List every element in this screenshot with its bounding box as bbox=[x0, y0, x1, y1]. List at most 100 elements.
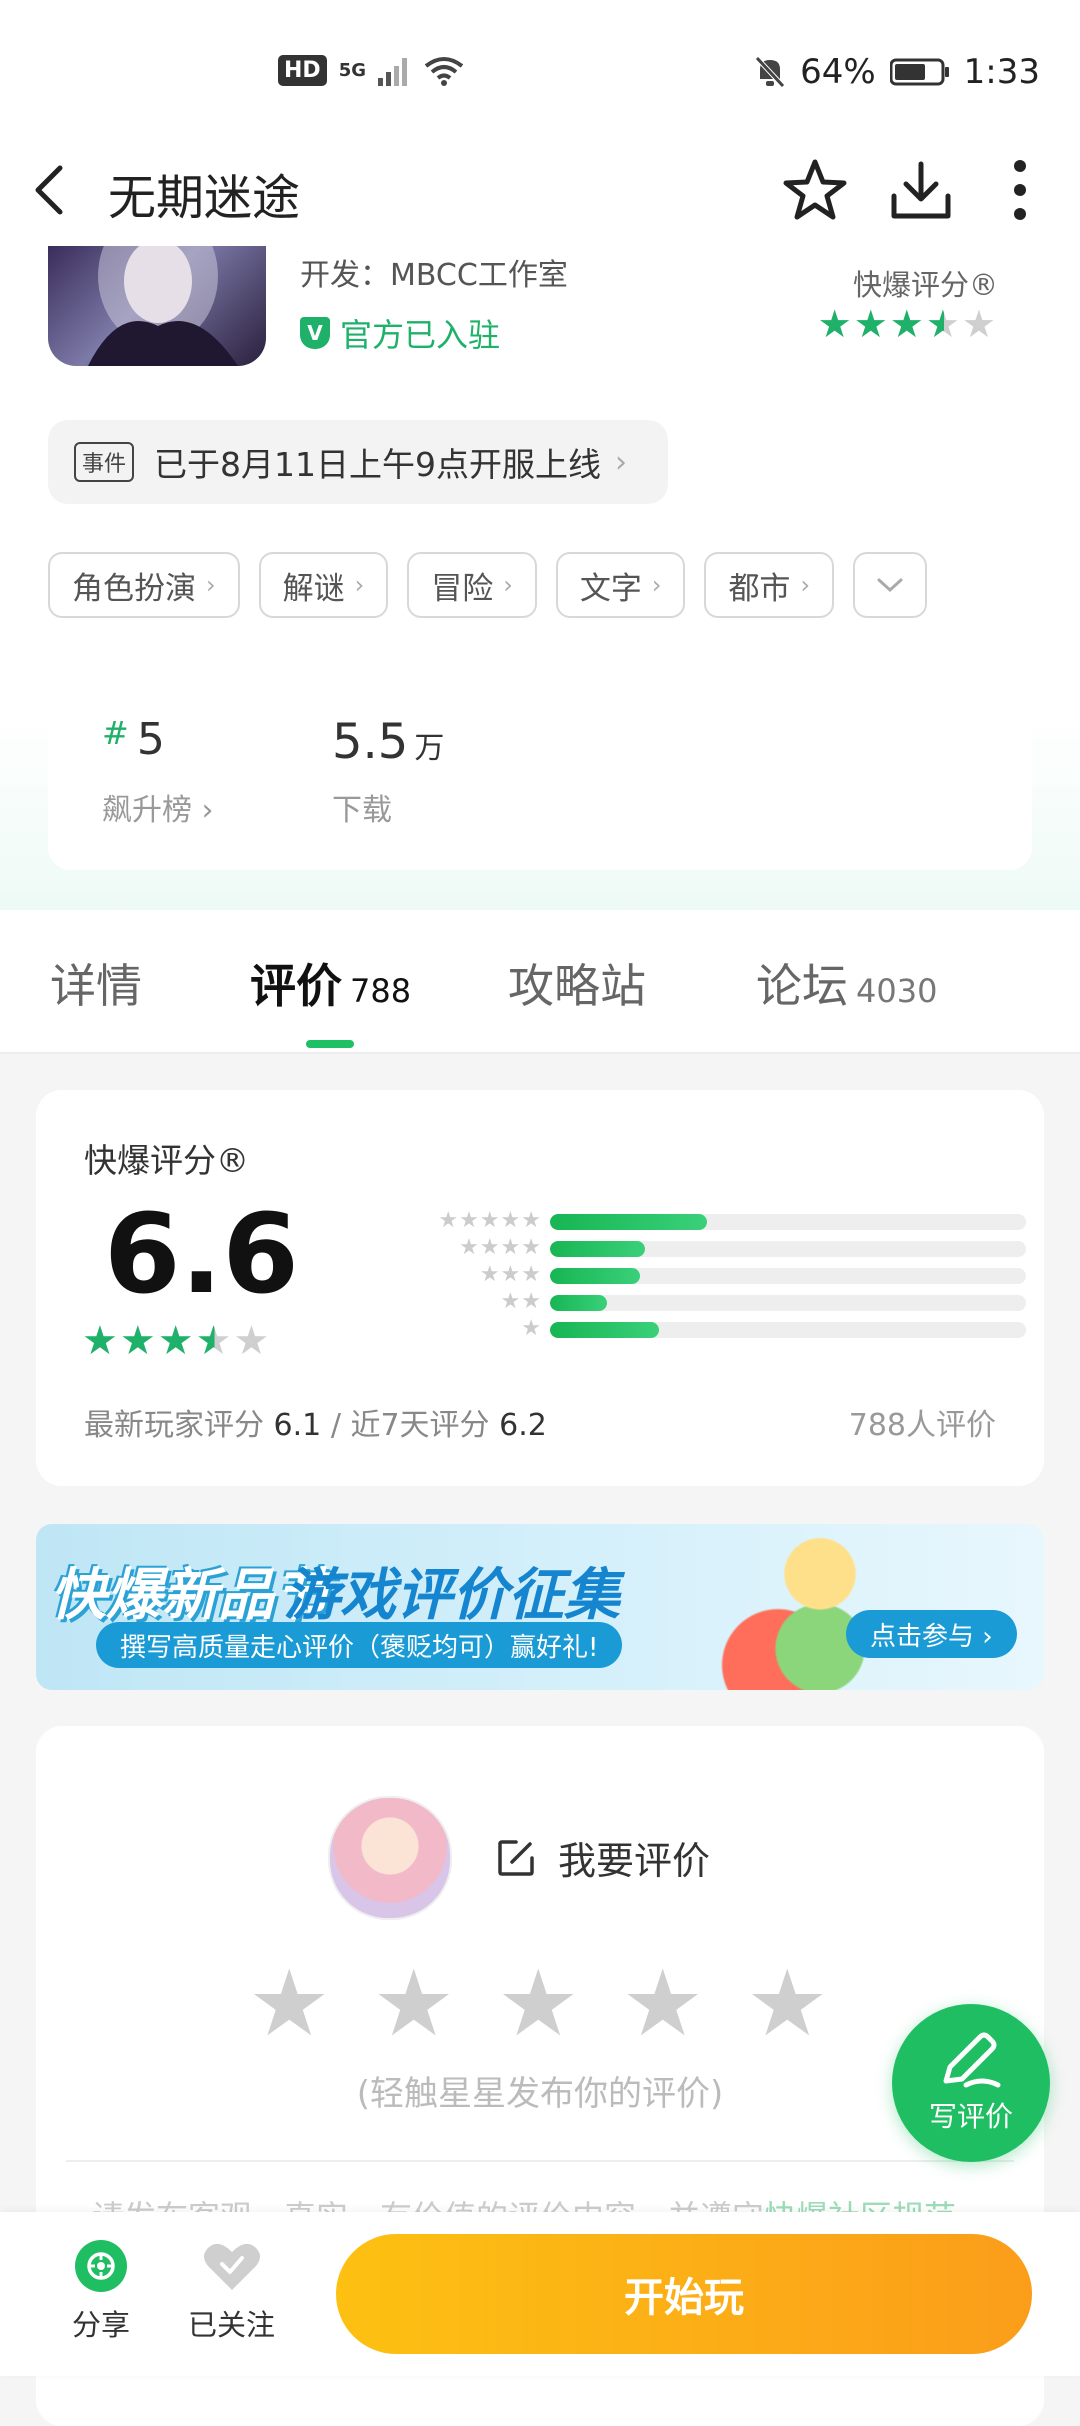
distribution-stars: ★★★★★ bbox=[438, 1208, 542, 1233]
rating-score: 6.6 bbox=[104, 1190, 299, 1318]
distribution-bar bbox=[550, 1268, 1026, 1284]
follow-label: 已关注 bbox=[188, 2308, 276, 2342]
write-review-fab[interactable]: 写评价 bbox=[892, 2004, 1050, 2162]
banner-title-2: 游戏评价征集 bbox=[284, 1563, 620, 1628]
separator: / bbox=[330, 1408, 341, 1443]
tag-chip[interactable]: 解谜 › bbox=[258, 552, 389, 618]
status-bar: HD 5G 64% 1:33 bbox=[0, 0, 1080, 150]
chevron-right-icon: › bbox=[206, 571, 216, 599]
distribution-stars: ★ bbox=[521, 1316, 542, 1341]
tab-label: 评价 bbox=[250, 959, 342, 1013]
rating-score-stars: ★★★★★ bbox=[82, 1318, 271, 1364]
distribution-stars: ★★★★ bbox=[459, 1235, 542, 1260]
wifi-icon bbox=[424, 56, 464, 86]
tab-label: 详情 bbox=[50, 959, 142, 1013]
tab-reviews[interactable]: 评价 788 bbox=[250, 950, 411, 1016]
banner-join-button[interactable]: 点击参与 › bbox=[846, 1610, 1017, 1658]
verified-shield-icon: V bbox=[300, 317, 330, 349]
stats-card: #5 飙升榜 › 5.5 万 下载 bbox=[48, 670, 1032, 870]
downloads-number: 5.5 bbox=[332, 714, 409, 770]
star-icon: ★ bbox=[82, 1318, 120, 1364]
tag-chip[interactable]: 都市 › bbox=[704, 552, 835, 618]
write-review-link[interactable]: 我要评价 bbox=[496, 1830, 710, 1885]
chevron-right-icon: › bbox=[354, 571, 365, 599]
top-bar: 无期迷途 bbox=[0, 150, 1080, 250]
recent-ratings: 最新玩家评分 6.1 / 近7天评分 6.2 bbox=[84, 1400, 547, 1444]
battery-icon bbox=[889, 58, 949, 86]
event-banner[interactable]: 事件 已于8月11日上午9点开服上线 › bbox=[48, 420, 668, 504]
rank-label[interactable]: 飙升榜 › bbox=[102, 785, 214, 829]
promo-banner[interactable]: 快爆新品节 游戏评价征集 撰写高质量走心评价（褒贬均可）赢好礼! 点击参与 › bbox=[36, 1524, 1044, 1690]
status-right: 64% 1:33 bbox=[754, 52, 1040, 92]
tag-chip[interactable]: 冒险 › bbox=[407, 552, 537, 618]
tag-label: 冒险 bbox=[431, 570, 494, 607]
start-play-button[interactable]: 开始玩 bbox=[336, 2234, 1032, 2354]
distribution-bar-fill bbox=[550, 1295, 608, 1311]
official-badge: V 官方已入驻 bbox=[300, 310, 500, 356]
tab-details[interactable]: 详情 bbox=[50, 950, 142, 1016]
share-button[interactable]: 分享 bbox=[72, 2240, 130, 2344]
signal-icon bbox=[378, 57, 407, 86]
distribution-bar-fill bbox=[550, 1268, 641, 1284]
rate-star-3[interactable]: ★ bbox=[497, 1958, 579, 2050]
hd-badge: HD bbox=[278, 55, 327, 86]
event-text: 已于8月11日上午9点开服上线 bbox=[154, 445, 601, 484]
rank-value[interactable]: #5 bbox=[102, 714, 165, 765]
banner-subtitle: 撰写高质量走心评价（褒贬均可）赢好礼! bbox=[96, 1622, 623, 1668]
bell-muted-icon bbox=[755, 56, 785, 88]
chevron-right-icon: › bbox=[800, 571, 811, 599]
event-tag: 事件 bbox=[74, 442, 135, 482]
tag-chip[interactable]: 文字 › bbox=[555, 552, 686, 618]
follow-button[interactable]: 已关注 bbox=[188, 2240, 275, 2344]
distribution-row: ★ bbox=[372, 1318, 1032, 1345]
tag-chip[interactable]: 角色扮演 › bbox=[48, 552, 240, 618]
tag-label: 解谜 bbox=[282, 570, 345, 607]
star-icon: ★ bbox=[925, 302, 962, 346]
distribution-bar bbox=[550, 1322, 1026, 1338]
status-left: HD 5G bbox=[278, 55, 464, 86]
distribution-row: ★★★★ bbox=[372, 1237, 1032, 1264]
rank-number: 5 bbox=[136, 714, 165, 765]
distribution-row: ★★★ bbox=[372, 1264, 1032, 1291]
latest-label: 最新玩家评分 bbox=[84, 1408, 264, 1443]
divider bbox=[66, 2160, 1014, 2162]
rank-hash: # bbox=[102, 714, 129, 752]
bottom-bar: 分享 已关注 开始玩 bbox=[0, 2212, 1080, 2376]
tab-bar: 详情 评价 788 攻略站 论坛 4030 bbox=[0, 910, 1080, 1054]
rating-label: 快爆评分® bbox=[852, 268, 998, 302]
distribution-row: ★★★★★ bbox=[372, 1210, 1032, 1237]
distribution-bar bbox=[550, 1241, 1026, 1257]
expand-tags-button[interactable] bbox=[853, 552, 928, 618]
star-icon: ★ bbox=[195, 1318, 234, 1364]
back-arrow-icon[interactable] bbox=[30, 160, 70, 220]
distribution-bar-fill bbox=[550, 1241, 646, 1257]
rate-star-5[interactable]: ★ bbox=[746, 1958, 828, 2050]
rate-star-1[interactable]: ★ bbox=[248, 1958, 330, 2050]
network-type: 5G bbox=[338, 60, 366, 81]
downloads-unit: 万 bbox=[414, 731, 445, 766]
distribution-row: ★★ bbox=[372, 1291, 1032, 1318]
star-icon: ★ bbox=[233, 1318, 272, 1364]
rate-star-4[interactable]: ★ bbox=[621, 1958, 703, 2050]
distribution-bar-fill bbox=[550, 1322, 660, 1338]
tab-guides[interactable]: 攻略站 bbox=[508, 950, 646, 1016]
edit-icon bbox=[498, 1839, 534, 1876]
page-title: 无期迷途 bbox=[108, 170, 301, 226]
favorite-star-icon[interactable] bbox=[780, 156, 850, 226]
more-options-icon[interactable] bbox=[1000, 156, 1040, 226]
tab-forum[interactable]: 论坛 4030 bbox=[756, 950, 937, 1016]
rate-star-2[interactable]: ★ bbox=[372, 1958, 454, 2050]
developer-label: 开发：MBCC工作室 bbox=[300, 258, 568, 293]
star-icon: ★ bbox=[157, 1318, 196, 1364]
tab-count: 788 bbox=[350, 972, 412, 1010]
rating-distribution: ★★★★★ ★★★★ ★★★ ★★ ★ bbox=[372, 1210, 1032, 1345]
write-review-label: 我要评价 bbox=[558, 1839, 711, 1883]
tag-label: 文字 bbox=[579, 570, 642, 607]
rating-stars: ★★★★★ bbox=[818, 302, 998, 346]
distribution-bar bbox=[550, 1295, 1026, 1311]
download-icon[interactable] bbox=[886, 156, 956, 226]
chevron-right-icon: › bbox=[651, 571, 662, 599]
tag-label: 角色扮演 bbox=[72, 570, 196, 607]
star-icon: ★ bbox=[961, 302, 998, 346]
app-icon[interactable] bbox=[48, 246, 266, 366]
